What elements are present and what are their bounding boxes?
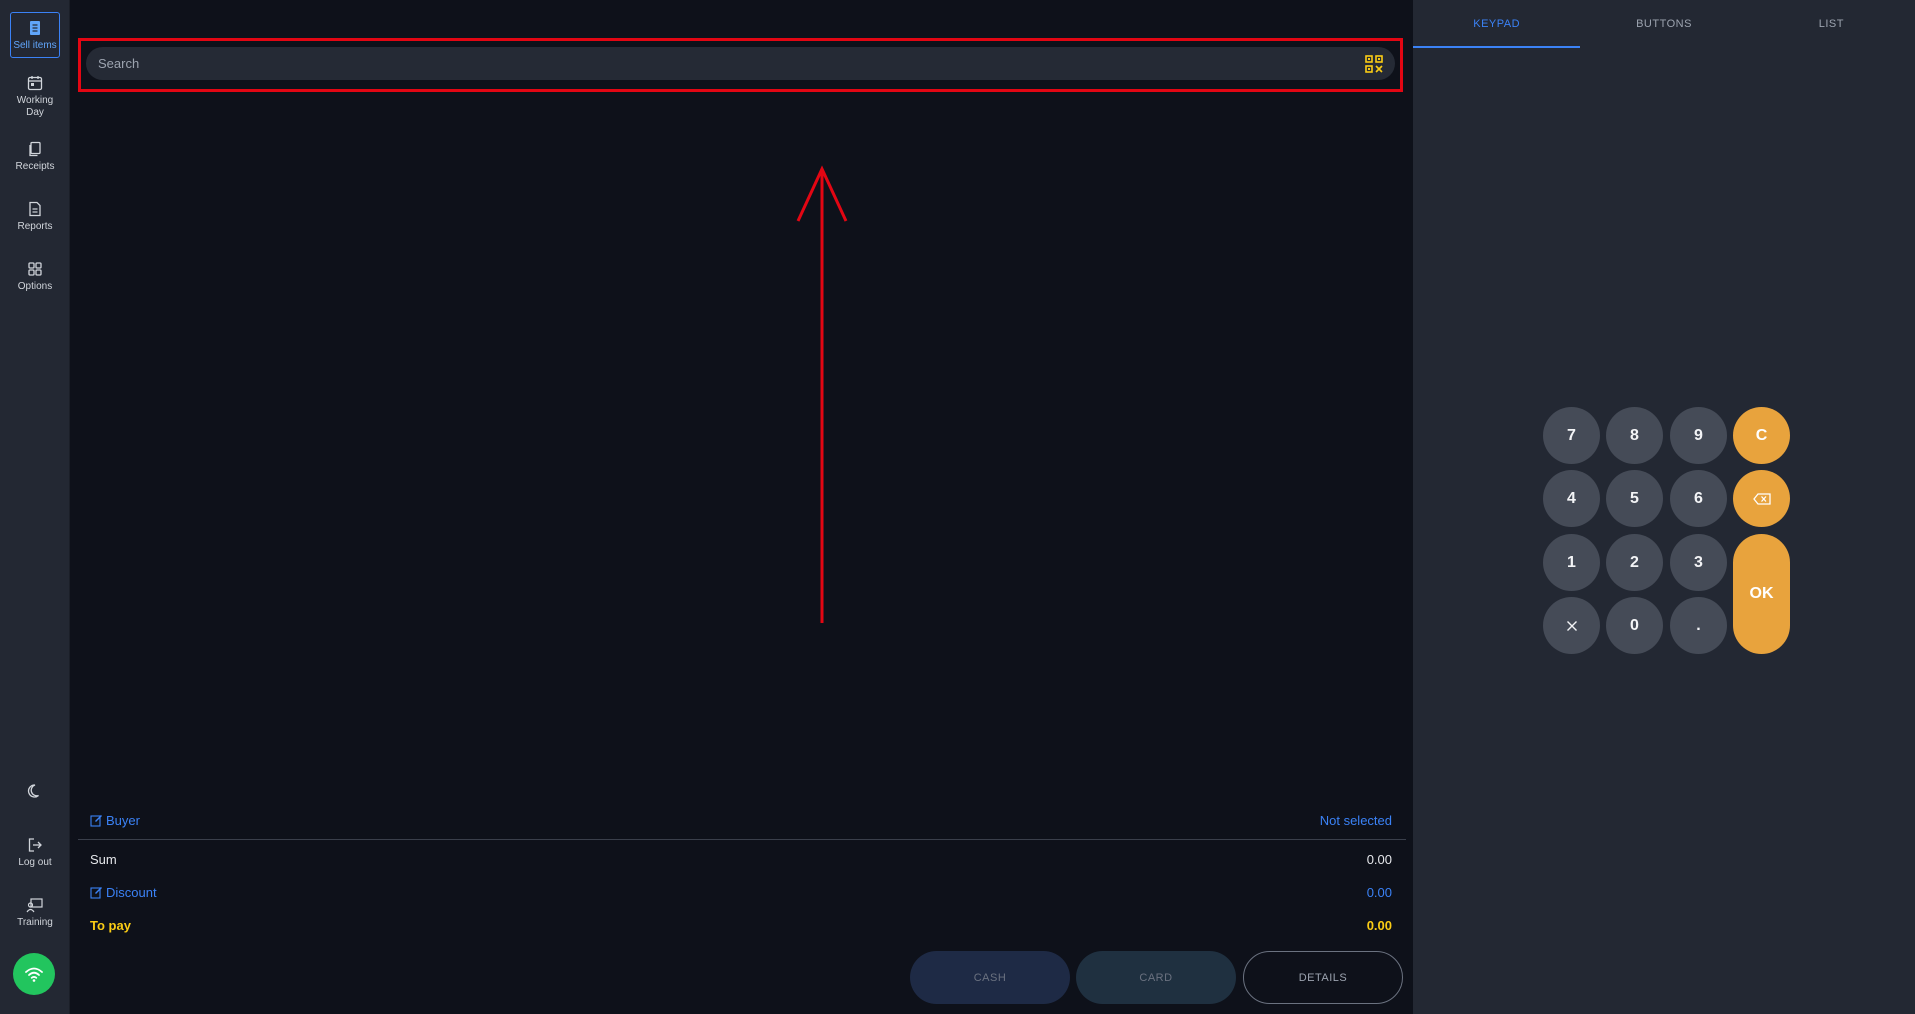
topay-row: To pay 0.00 [90, 918, 1392, 933]
tab-buttons[interactable]: BUTTONS [1580, 0, 1747, 48]
report-icon [29, 201, 41, 217]
multiply-icon [1566, 620, 1577, 631]
topay-label: To pay [90, 918, 131, 933]
buyer-row: Buyer Not selected [90, 813, 1392, 828]
grid-icon [28, 262, 42, 276]
buyer-value[interactable]: Not selected [1320, 813, 1392, 828]
key-1[interactable]: 1 [1543, 534, 1600, 591]
discount-link[interactable]: Discount [90, 885, 157, 900]
cash-button[interactable]: CASH [910, 951, 1070, 1004]
theme-toggle[interactable] [10, 782, 60, 803]
training-label: Training [17, 917, 53, 928]
moon-icon [27, 784, 39, 798]
key-dot[interactable]: . [1670, 597, 1727, 654]
wifi-icon [25, 967, 43, 982]
tab-list[interactable]: LIST [1748, 0, 1915, 48]
backspace-icon [1752, 492, 1771, 505]
key-9[interactable]: 9 [1670, 407, 1727, 464]
calendar-icon [27, 76, 43, 91]
topay-value: 0.00 [1366, 918, 1392, 933]
documents-icon [29, 141, 41, 157]
right-panel: KEYPAD BUTTONS LIST 7 8 9 C 4 5 6 1 2 3 … [1413, 0, 1915, 1014]
summary-divider [78, 839, 1406, 840]
key-2[interactable]: 2 [1606, 534, 1663, 591]
edit-icon [90, 815, 102, 827]
sidebar-item-label: Reports [17, 221, 53, 232]
sidebar-item-label: Options [17, 281, 53, 292]
key-0[interactable]: 0 [1606, 597, 1663, 654]
tab-keypad[interactable]: KEYPAD [1413, 0, 1581, 48]
ok-button[interactable]: OK [1733, 534, 1790, 654]
sum-label: Sum [90, 852, 117, 867]
pos-app: Sell items Working Day Receipts Reports … [0, 0, 1915, 1014]
sidebar-item-label: Working Day [16, 95, 54, 118]
sidebar-item-working-day[interactable]: Working Day [10, 74, 60, 119]
discount-row: Discount 0.00 [90, 885, 1392, 900]
logout-button[interactable]: Log out [10, 836, 60, 869]
sidebar-item-label: Sell items [13, 40, 57, 51]
tab-bar: KEYPAD BUTTONS LIST [1413, 0, 1915, 48]
sidebar-item-receipts[interactable]: Receipts [10, 140, 60, 173]
edit-icon [90, 887, 102, 899]
search-placeholder: Search [98, 56, 140, 71]
annotation-arrow [796, 165, 848, 623]
key-8[interactable]: 8 [1606, 407, 1663, 464]
key-4[interactable]: 4 [1543, 470, 1600, 527]
backspace-button[interactable] [1733, 470, 1790, 527]
logout-label: Log out [18, 857, 52, 868]
qr-scan-icon[interactable] [1365, 54, 1383, 73]
sum-row: Sum 0.00 [90, 852, 1392, 867]
buyer-link[interactable]: Buyer [90, 813, 140, 828]
key-3[interactable]: 3 [1670, 534, 1727, 591]
connection-status-button[interactable] [13, 953, 55, 995]
search-highlight-box: Search [78, 38, 1403, 92]
multiply-button[interactable] [1543, 597, 1600, 654]
training-icon [26, 898, 43, 913]
sidebar-item-label: Receipts [15, 161, 55, 172]
discount-value: 0.00 [1366, 885, 1392, 900]
key-5[interactable]: 5 [1606, 470, 1663, 527]
sidebar-item-options[interactable]: Options [10, 260, 60, 293]
card-button[interactable]: CARD [1076, 951, 1236, 1004]
sidebar-item-sell-items[interactable]: Sell items [10, 12, 60, 58]
key-6[interactable]: 6 [1670, 470, 1727, 527]
sidebar: Sell items Working Day Receipts Reports … [0, 0, 70, 1014]
details-button[interactable]: DETAILS [1243, 951, 1403, 1004]
key-7[interactable]: 7 [1543, 407, 1600, 464]
main-panel: Search Buyer Not selected Sum 0.00 Disco… [70, 0, 1413, 1014]
search-input[interactable]: Search [86, 47, 1395, 80]
buyer-label: Buyer [106, 813, 140, 828]
training-button[interactable]: Training [10, 896, 60, 929]
discount-label: Discount [106, 885, 157, 900]
clear-button[interactable]: C [1733, 407, 1790, 464]
sum-value: 0.00 [1366, 852, 1392, 867]
receipt-icon [30, 21, 40, 35]
logout-icon [28, 838, 42, 852]
sidebar-item-reports[interactable]: Reports [10, 200, 60, 233]
